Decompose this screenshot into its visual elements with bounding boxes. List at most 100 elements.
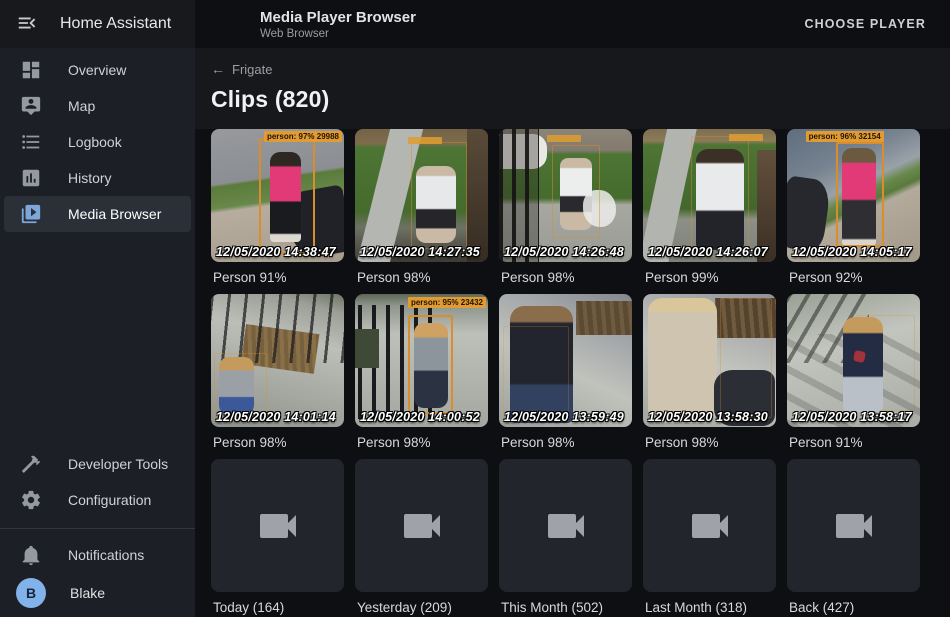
clip-card[interactable]: 12/05/2020 14:01:14 Person 98% xyxy=(211,294,344,452)
arrow-left-icon: ← xyxy=(211,62,225,76)
detection-box xyxy=(691,136,750,257)
sidebar-item-history[interactable]: History xyxy=(4,160,191,196)
clip-card[interactable]: 12/05/2020 14:27:35 Person 98% xyxy=(355,129,488,287)
clip-card[interactable]: person: 96% 32154 12/05/2020 14:05:17 Pe… xyxy=(787,129,920,287)
folder-card-last-month[interactable]: Last Month (318) xyxy=(643,459,776,617)
view-dashboard-icon xyxy=(20,59,42,81)
clip-timestamp: 12/05/2020 14:38:47 xyxy=(216,245,336,259)
clip-thumbnail: person: 96% 32154 12/05/2020 14:05:17 xyxy=(787,129,920,262)
shirt-patch-shape xyxy=(852,350,865,363)
sidebar-item-label: Logbook xyxy=(68,134,122,150)
choose-player-button[interactable]: CHOOSE PLAYER xyxy=(798,16,932,32)
clip-caption: Person 99% xyxy=(643,269,776,287)
folder-card-today[interactable]: Today (164) xyxy=(211,459,344,617)
clip-card[interactable]: 12/05/2020 13:58:17 Person 91% xyxy=(787,294,920,452)
folder-label: Back (427) xyxy=(787,599,920,617)
clip-timestamp: 12/05/2020 13:58:17 xyxy=(792,410,912,424)
clip-timestamp: 12/05/2020 14:00:52 xyxy=(360,410,480,424)
clip-thumbnail: 12/05/2020 13:58:17 xyxy=(787,294,920,427)
sidebar-item-label: Developer Tools xyxy=(68,456,168,472)
clip-caption: Person 98% xyxy=(211,434,344,452)
detection-label: person: 97% 29988 xyxy=(264,131,342,142)
clip-timestamp: 12/05/2020 13:58:30 xyxy=(648,410,768,424)
breadcrumb-back[interactable]: ← Frigate xyxy=(211,62,272,77)
detection-tag xyxy=(729,134,763,141)
folder-label: Today (164) xyxy=(211,599,344,617)
sidebar-item-label: Map xyxy=(68,98,95,114)
sidebar-item-map[interactable]: Map xyxy=(4,88,191,124)
sidebar-item-notifications[interactable]: Notifications xyxy=(4,537,191,573)
clip-timestamp: 12/05/2020 14:27:35 xyxy=(360,245,480,259)
person-figure xyxy=(843,317,883,413)
gear-icon xyxy=(20,489,42,511)
list-bulleted-icon xyxy=(20,131,42,153)
clip-thumbnail: 12/05/2020 14:01:14 xyxy=(211,294,344,427)
clip-thumbnail: 12/05/2020 14:27:35 xyxy=(355,129,488,262)
sidebar-item-media-browser[interactable]: Media Browser xyxy=(4,196,191,232)
clip-thumbnail: 12/05/2020 13:59:49 xyxy=(499,294,632,427)
sidebar-divider xyxy=(0,528,195,529)
folder-card-this-month[interactable]: This Month (502) xyxy=(499,459,632,617)
detection-tag xyxy=(547,135,581,142)
folder-thumbnail xyxy=(787,459,920,592)
main-content: ← Frigate Clips (820) person: 97% 29988 … xyxy=(195,48,950,617)
clip-caption: Person 92% xyxy=(787,269,920,287)
clip-caption: Person 91% xyxy=(211,269,344,287)
detection-box xyxy=(408,315,453,413)
folder-card-back[interactable]: Back (427) xyxy=(787,459,920,617)
clip-card[interactable]: person: 95% 23432 12/05/2020 14:00:52 Pe… xyxy=(355,294,488,452)
sidebar-user-profile[interactable]: B Blake xyxy=(4,573,191,617)
clip-thumbnail: 12/05/2020 14:26:07 xyxy=(643,129,776,262)
folder-label: Yesterday (209) xyxy=(355,599,488,617)
detection-box xyxy=(836,142,884,247)
detection-label: person: 96% 32154 xyxy=(806,131,884,142)
menu-toggle-button[interactable] xyxy=(16,12,38,37)
detection-box xyxy=(552,145,600,238)
folder-thumbnail xyxy=(643,459,776,592)
media-browser-header: ← Frigate Clips (820) xyxy=(195,48,950,129)
sidebar-item-configuration[interactable]: Configuration xyxy=(4,482,191,518)
clip-card[interactable]: 12/05/2020 13:59:49 Person 98% xyxy=(499,294,632,452)
folder-card-yesterday[interactable]: Yesterday (209) xyxy=(355,459,488,617)
clip-caption: Person 98% xyxy=(355,434,488,452)
clips-grid: person: 97% 29988 12/05/2020 14:38:47 Pe… xyxy=(195,129,950,617)
folder-label: This Month (502) xyxy=(499,599,632,617)
sidebar-item-developer-tools[interactable]: Developer Tools xyxy=(4,446,191,482)
clip-card[interactable]: 12/05/2020 14:26:48 Person 98% xyxy=(499,129,632,287)
clip-thumbnail: 12/05/2020 14:26:48 xyxy=(499,129,632,262)
sidebar: Overview Map Logbook History Media Brows… xyxy=(0,48,195,617)
clip-caption: Person 98% xyxy=(499,269,632,287)
sidebar-item-label: Media Browser xyxy=(68,206,161,222)
sidebar-item-label: Overview xyxy=(68,62,126,78)
sidebar-item-logbook[interactable]: Logbook xyxy=(4,124,191,160)
sidebar-item-label: Configuration xyxy=(68,492,151,508)
clip-card[interactable]: 12/05/2020 14:26:07 Person 99% xyxy=(643,129,776,287)
clip-thumbnail: 12/05/2020 13:58:30 xyxy=(643,294,776,427)
detection-box xyxy=(503,326,570,422)
sidebar-item-overview[interactable]: Overview xyxy=(4,52,191,88)
video-camera-icon xyxy=(398,502,446,550)
avatar: B xyxy=(16,578,46,608)
folder-label: Last Month (318) xyxy=(643,599,776,617)
page-subtitle: Web Browser xyxy=(260,28,416,40)
user-name: Blake xyxy=(70,585,105,601)
folder-thumbnail xyxy=(499,459,632,592)
sidebar-header: Home Assistant xyxy=(0,0,195,48)
clip-timestamp: 12/05/2020 14:01:14 xyxy=(216,410,336,424)
clip-card[interactable]: person: 97% 29988 12/05/2020 14:38:47 Pe… xyxy=(211,129,344,287)
detection-box xyxy=(411,142,467,248)
bell-icon xyxy=(20,544,42,566)
clip-timestamp: 12/05/2020 14:05:17 xyxy=(792,245,912,259)
folder-thumbnail xyxy=(211,459,344,592)
breadcrumb-label: Frigate xyxy=(232,62,272,77)
clip-caption: Person 98% xyxy=(499,434,632,452)
account-tooltip-icon xyxy=(20,95,42,117)
clip-thumbnail: person: 95% 23432 12/05/2020 14:00:52 xyxy=(355,294,488,427)
page-title: Clips (820) xyxy=(211,86,934,113)
clip-caption: Person 98% xyxy=(355,269,488,287)
person-figure xyxy=(648,298,717,423)
video-camera-icon xyxy=(686,502,734,550)
clip-card[interactable]: 12/05/2020 13:58:30 Person 98% xyxy=(643,294,776,452)
clip-timestamp: 12/05/2020 14:26:07 xyxy=(648,245,768,259)
video-camera-icon xyxy=(542,502,590,550)
